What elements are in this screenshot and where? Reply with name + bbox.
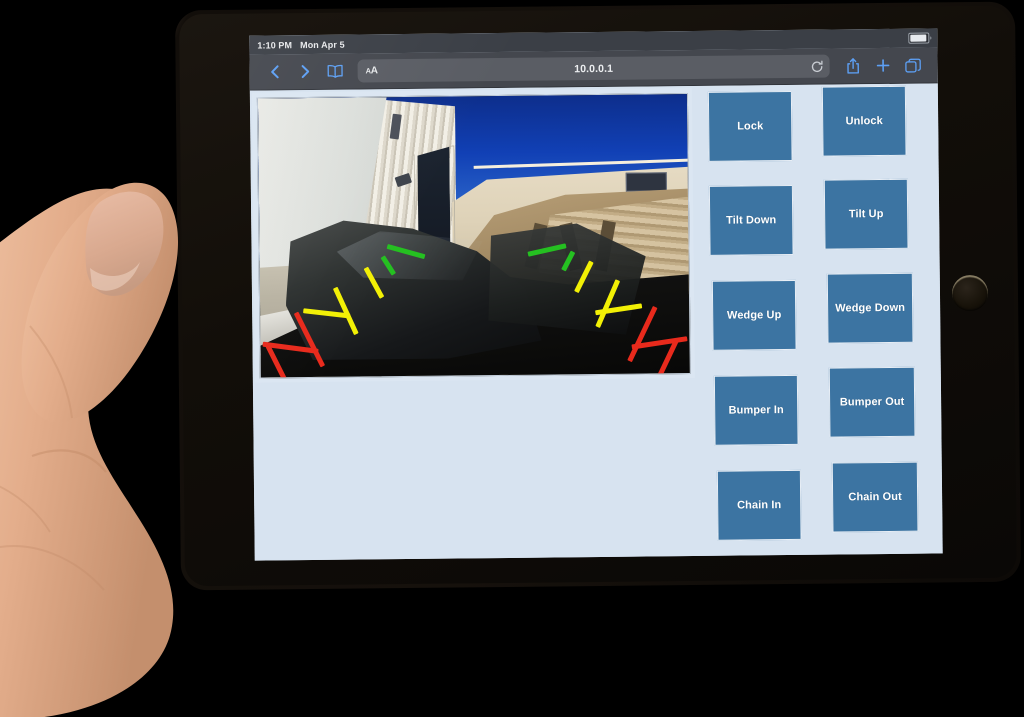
status-bar-date: Mon Apr 5 [300, 39, 345, 50]
home-button[interactable] [951, 274, 989, 312]
book-icon[interactable] [319, 58, 349, 84]
control-button-grid: Lock Unlock Tilt Down Tilt Up Wedge Up W… [702, 83, 943, 556]
reload-icon[interactable] [811, 60, 824, 73]
tabs-icon[interactable] [897, 52, 927, 78]
address-bar[interactable]: AA 10.0.0.1 [357, 54, 830, 83]
web-page: Lock Unlock Tilt Down Tilt Up Wedge Up W… [249, 83, 943, 561]
address-bar-url: 10.0.0.1 [574, 62, 614, 75]
unlock-button[interactable]: Unlock [821, 85, 907, 157]
hand [0, 182, 179, 717]
tilt-down-button[interactable]: Tilt Down [708, 184, 794, 256]
wall-sign [625, 172, 667, 192]
wedge-down-button[interactable]: Wedge Down [826, 272, 914, 344]
text-size-button[interactable]: AA [366, 65, 378, 76]
battery-icon [908, 32, 930, 44]
camera-feed-frame [251, 88, 695, 383]
chevron-right-icon[interactable] [289, 58, 319, 84]
wedge-up-button[interactable]: Wedge Up [711, 279, 797, 351]
rear-view-camera-feed[interactable] [256, 93, 691, 379]
screenshot-root: 1:10 PM Mon Apr 5 AA 10.0.0.1 Lock Unloc… [0, 0, 1024, 717]
bumper-in-button[interactable]: Bumper In [713, 374, 799, 446]
chain-in-button[interactable]: Chain In [716, 469, 802, 541]
tablet-device: 1:10 PM Mon Apr 5 AA 10.0.0.1 Lock Unloc… [174, 1, 1022, 591]
tilt-up-button[interactable]: Tilt Up [823, 178, 909, 250]
tablet-screen: 1:10 PM Mon Apr 5 AA 10.0.0.1 Lock Unloc… [249, 28, 943, 561]
chevron-left-icon[interactable] [259, 59, 289, 85]
bumper-out-button[interactable]: Bumper Out [828, 366, 916, 438]
chain-out-button[interactable]: Chain Out [831, 461, 919, 533]
status-bar-time: 1:10 PM [257, 39, 293, 51]
lock-button[interactable]: Lock [707, 90, 793, 162]
plus-icon[interactable] [867, 52, 897, 78]
share-icon[interactable] [837, 53, 867, 79]
